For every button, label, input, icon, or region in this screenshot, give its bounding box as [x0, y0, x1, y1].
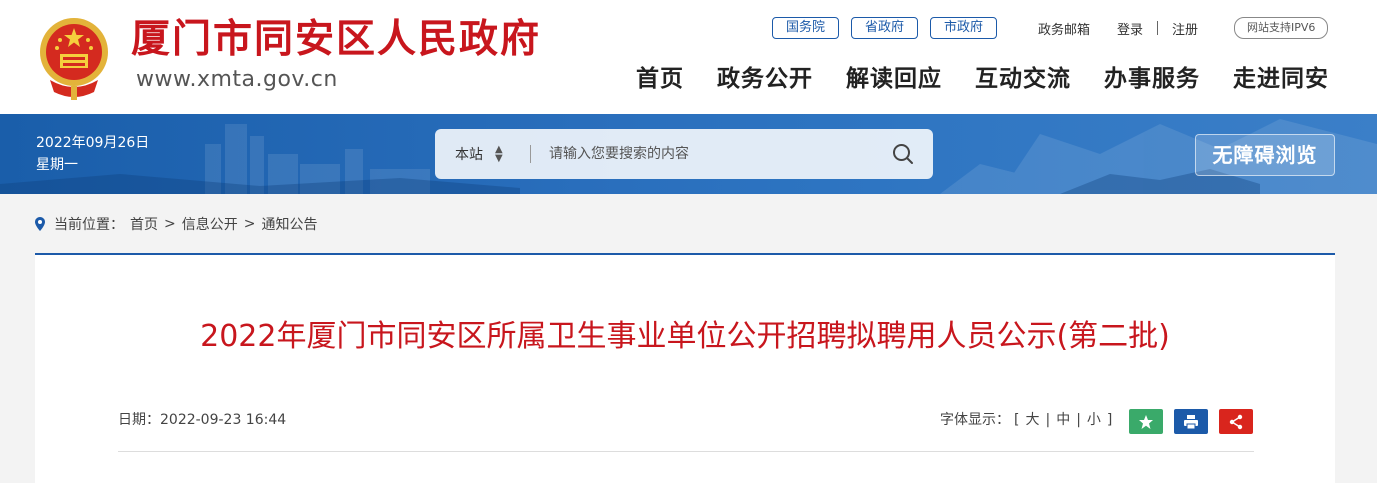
breadcrumb: 当前位置： 首页 > 信息公开 > 通知公告: [35, 214, 317, 234]
date-value: 2022-09-23 16:44: [160, 412, 287, 428]
search-input[interactable]: [531, 134, 873, 174]
location-pin-icon: [35, 217, 45, 231]
nav-about-tongan[interactable]: 走进同安: [1233, 62, 1329, 96]
breadcrumb-info-disclosure[interactable]: 信息公开: [182, 214, 238, 234]
article-title: 2022年厦门市同安区所属卫生事业单位公开招聘拟聘用人员公示(第二批): [200, 319, 1170, 354]
breadcrumb-notices[interactable]: 通知公告: [261, 214, 317, 234]
search-scope-select[interactable]: 本站 ▲ ▼: [435, 144, 530, 164]
site-name[interactable]: 厦门市同安区人民政府: [131, 14, 541, 64]
search-scope-label: 本站: [455, 147, 483, 163]
print-button[interactable]: [1174, 409, 1208, 434]
nav-government-affairs[interactable]: 政务公开: [717, 62, 813, 96]
font-size-sep: |: [1045, 412, 1051, 428]
nav-interpretation[interactable]: 解读回应: [846, 62, 942, 96]
current-date: 2022年09月26日 星期一: [36, 132, 149, 176]
font-size-control: 字体显示： [ 大 | 中 | 小 ]: [940, 410, 1112, 430]
date-text: 2022年09月26日: [36, 135, 150, 151]
nav-interaction[interactable]: 互动交流: [975, 62, 1071, 96]
gov-link-province[interactable]: 省政府: [851, 17, 919, 39]
bracket-close: ]: [1106, 412, 1113, 428]
nav-home[interactable]: 首页: [636, 62, 684, 96]
gov-links: 国务院 省政府 市政府: [772, 16, 1009, 40]
breadcrumb-home[interactable]: 首页: [130, 214, 158, 234]
site-header: 厦门市同安区人民政府 www.xmta.gov.cn 国务院 省政府 市政府 政…: [0, 0, 1377, 114]
register-link[interactable]: 注册: [1172, 19, 1198, 38]
divider: [118, 451, 1254, 452]
main-nav: 首页 政务公开 解读回应 互动交流 办事服务 走进同安: [636, 62, 1329, 96]
mailbox-link[interactable]: 政务邮箱: [1038, 19, 1090, 38]
accessibility-button[interactable]: 无障碍浏览: [1195, 134, 1335, 176]
search-banner: 2022年09月26日 星期一 本站 ▲▼ 无障碍浏览: [0, 114, 1377, 194]
article-card: 2022年厦门市同安区所属卫生事业单位公开招聘拟聘用人员公示(第二批) 日期：2…: [35, 253, 1335, 483]
search-icon: [893, 144, 913, 164]
breadcrumb-separator: >: [243, 216, 256, 232]
utility-links: 政务邮箱 登录 注册: [1038, 16, 1198, 40]
share-button[interactable]: [1219, 409, 1253, 434]
weekday-text: 星期一: [36, 157, 78, 173]
national-emblem-icon[interactable]: [36, 12, 112, 102]
favorite-button[interactable]: [1129, 409, 1163, 434]
search-box: 本站 ▲ ▼: [435, 129, 933, 179]
font-size-medium[interactable]: 中: [1056, 410, 1070, 430]
print-icon: [1184, 414, 1198, 429]
font-size-sep: |: [1076, 412, 1081, 428]
star-icon: [1139, 414, 1153, 429]
login-link[interactable]: 登录: [1117, 19, 1143, 38]
publish-date: 日期：2022-09-23 16:44: [118, 410, 286, 430]
breadcrumb-prefix: 当前位置：: [54, 217, 124, 233]
bracket-open: [: [1014, 412, 1020, 428]
font-size-label: 字体显示：: [940, 412, 1010, 428]
search-button[interactable]: [873, 129, 933, 179]
ipv6-badge: 网站支持IPV6: [1234, 17, 1329, 39]
nav-services[interactable]: 办事服务: [1104, 62, 1200, 96]
divider: [1157, 21, 1159, 35]
gov-link-state-council[interactable]: 国务院: [772, 17, 840, 39]
share-icon: [1229, 414, 1243, 429]
gov-link-city[interactable]: 市政府: [930, 17, 998, 39]
font-size-small[interactable]: 小: [1087, 410, 1101, 430]
updown-arrow-icon: ▲ ▼: [495, 144, 503, 164]
font-size-large[interactable]: 大: [1025, 410, 1039, 430]
breadcrumb-separator: >: [164, 216, 176, 232]
date-label: 日期：: [118, 412, 160, 428]
site-url: www.xmta.gov.cn: [136, 67, 338, 92]
